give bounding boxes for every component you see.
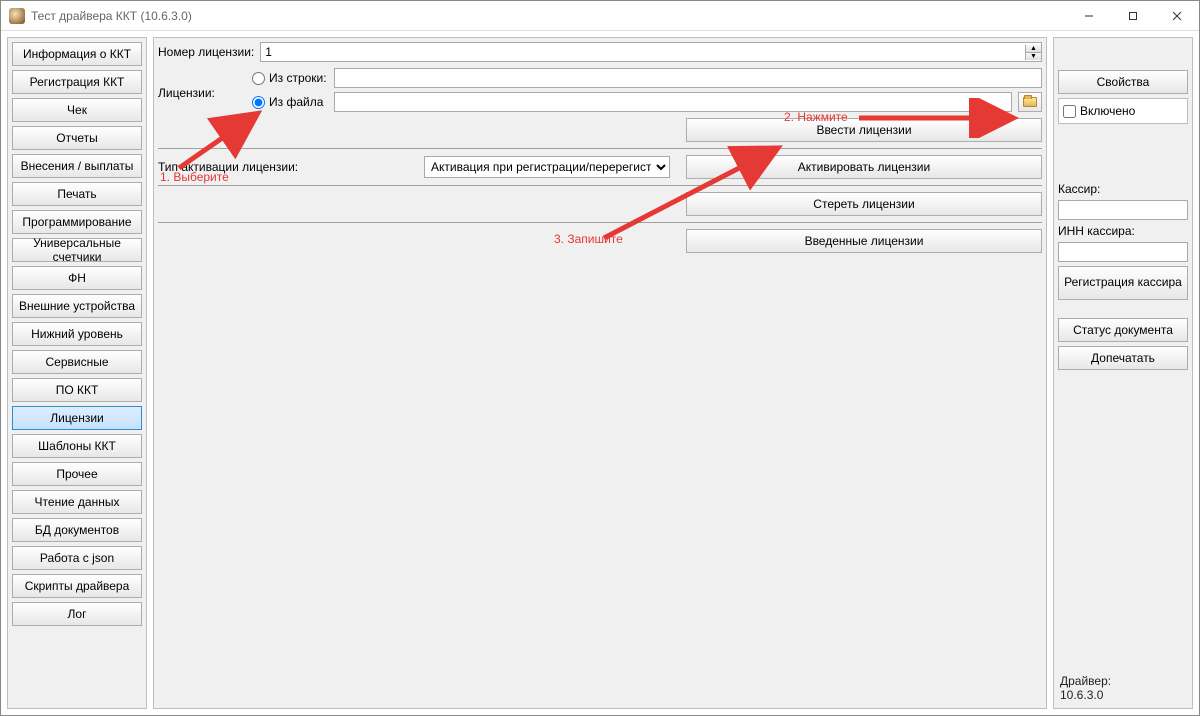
sidebar-item-4[interactable]: Внесения / выплаты <box>12 154 142 178</box>
sidebar-item-6[interactable]: Программирование <box>12 210 142 234</box>
sidebar-item-10[interactable]: Нижний уровень <box>12 322 142 346</box>
sidebar-item-3[interactable]: Отчеты <box>12 126 142 150</box>
sidebar-item-12[interactable]: ПО ККТ <box>12 378 142 402</box>
sidebar-item-19[interactable]: Скрипты драйвера <box>12 574 142 598</box>
doc-status-button[interactable]: Статус документа <box>1058 318 1188 342</box>
app-icon <box>9 8 25 24</box>
right-panel: Свойства Включено Кассир: ИНН кассира: Р… <box>1053 37 1193 709</box>
enabled-checkbox[interactable]: Включено <box>1061 101 1185 121</box>
radio-from-string[interactable]: Из строки: <box>252 68 328 88</box>
sidebar-item-13[interactable]: Лицензии <box>12 406 142 430</box>
sidebar-item-9[interactable]: Внешние устройства <box>12 294 142 318</box>
sidebar-item-11[interactable]: Сервисные <box>12 350 142 374</box>
activation-type-label: Тип активации лицензии: <box>158 160 278 174</box>
properties-button[interactable]: Свойства <box>1058 70 1188 94</box>
sidebar-item-2[interactable]: Чек <box>12 98 142 122</box>
driver-label: Драйвер: <box>1060 674 1186 688</box>
folder-icon <box>1023 97 1037 107</box>
license-number-stepper[interactable]: ▲ ▼ <box>260 42 1042 62</box>
enter-licenses-button[interactable]: Ввести лицензии <box>686 118 1042 142</box>
stepper-down-icon[interactable]: ▼ <box>1026 53 1041 60</box>
window-title: Тест драйвера ККТ (10.6.3.0) <box>31 9 1067 23</box>
minimize-button[interactable] <box>1067 1 1111 30</box>
entered-licenses-button[interactable]: Введенные лицензии <box>686 229 1042 253</box>
sidebar-item-5[interactable]: Печать <box>12 182 142 206</box>
license-number-input[interactable] <box>261 43 1025 61</box>
sidebar: Информация о ККТ Регистрация ККТ Чек Отчеты… <box>7 37 147 709</box>
sidebar-item-17[interactable]: БД документов <box>12 518 142 542</box>
close-button[interactable] <box>1155 1 1199 30</box>
sidebar-item-16[interactable]: Чтение данных <box>12 490 142 514</box>
inn-label: ИНН кассира: <box>1058 224 1188 238</box>
license-number-label: Номер лицензии: <box>158 45 254 59</box>
licenses-label: Лицензии: <box>158 86 215 100</box>
sidebar-item-20[interactable]: Лог <box>12 602 142 626</box>
activation-type-select[interactable]: Активация при регистрации/перерегистраци… <box>424 156 670 178</box>
sidebar-item-14[interactable]: Шаблоны ККТ <box>12 434 142 458</box>
driver-version: 10.6.3.0 <box>1060 688 1186 702</box>
titlebar: Тест драйвера ККТ (10.6.3.0) <box>1 1 1199 31</box>
stepper-up-icon[interactable]: ▲ <box>1026 45 1041 53</box>
reprint-button[interactable]: Допечатать <box>1058 346 1188 370</box>
activate-licenses-button[interactable]: Активировать лицензии <box>686 155 1042 179</box>
browse-file-button[interactable] <box>1018 92 1042 112</box>
main-panel: Номер лицензии: ▲ ▼ Лицензии: <box>153 37 1047 709</box>
from-string-input[interactable] <box>334 68 1042 88</box>
app-window: Тест драйвера ККТ (10.6.3.0) Информация … <box>0 0 1200 716</box>
maximize-button[interactable] <box>1111 1 1155 30</box>
register-cashier-button[interactable]: Регистрация кассира <box>1058 266 1188 300</box>
erase-licenses-button[interactable]: Стереть лицензии <box>686 192 1042 216</box>
cashier-input[interactable] <box>1058 200 1188 220</box>
sidebar-item-7[interactable]: Универсальные счетчики <box>12 238 142 262</box>
cashier-label: Кассир: <box>1058 182 1188 196</box>
sidebar-item-15[interactable]: Прочее <box>12 462 142 486</box>
from-file-input[interactable] <box>334 92 1012 112</box>
inn-input[interactable] <box>1058 242 1188 262</box>
radio-from-file[interactable]: Из файла <box>252 92 328 112</box>
sidebar-item-18[interactable]: Работа с json <box>12 546 142 570</box>
sidebar-item-1[interactable]: Регистрация ККТ <box>12 70 142 94</box>
sidebar-item-8[interactable]: ФН <box>12 266 142 290</box>
sidebar-item-0[interactable]: Информация о ККТ <box>12 42 142 66</box>
